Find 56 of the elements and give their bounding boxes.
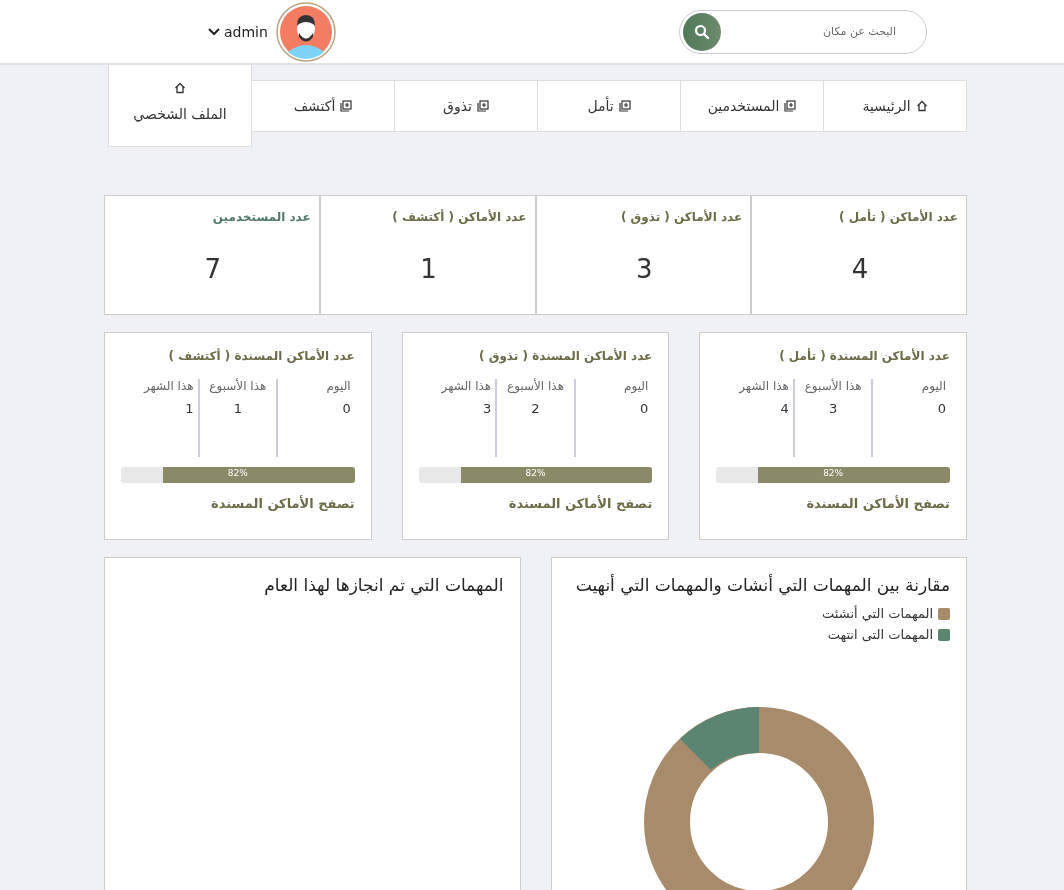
caret-icon <box>208 27 220 36</box>
stat-value: 0 <box>341 401 351 416</box>
progress-label: 82% <box>227 468 248 478</box>
stat-value: 3 <box>828 401 839 416</box>
stat-label: هذا الأسبوع <box>208 379 268 393</box>
add-icon <box>340 100 353 112</box>
search-field[interactable]: البحث عن مكان <box>679 9 927 54</box>
chart-title: مقارنة بين المهمات التي أنشات والمهمات التي أنهيت <box>574 574 950 597</box>
count-value: 7 <box>203 254 223 284</box>
progress-label: 82% <box>823 468 844 478</box>
stat-value: 1 <box>184 401 194 416</box>
user-menu-button[interactable]: admin <box>208 23 268 40</box>
browse-link[interactable]: تصفح الأماكن المسندة <box>418 496 653 511</box>
stat-label: هذا الشهر <box>142 379 194 393</box>
nav-tab[interactable]: أكتشف <box>251 80 395 132</box>
add-icon <box>476 100 489 112</box>
stat-label: اليوم <box>920 379 946 393</box>
stat-value: 0 <box>639 401 649 416</box>
stat-label: هذا الأسبوع <box>506 379 565 393</box>
card-title: عدد الأماكن المسندة ( أكتشف ) <box>167 349 355 363</box>
stat-label: هذا الأسبوع <box>803 379 863 393</box>
count-value: 4 <box>850 254 870 284</box>
stat-label: هذا الشهر <box>440 379 492 393</box>
browse-link[interactable]: تصفح الأماكن المسندة <box>121 496 355 511</box>
chart-title: المهمات التي تم انجازها لهذا العام <box>263 574 504 597</box>
count-title: عدد المستخدمين <box>211 210 311 226</box>
count-title: عدد الأماكن ( أكتشف ) <box>391 210 527 226</box>
count-value: 1 <box>419 254 438 284</box>
stat-label: هذا الشهر <box>737 379 789 393</box>
nav-tab[interactable]: تأمل <box>537 80 681 132</box>
stat-value: 1 <box>232 401 243 416</box>
card-title: عدد الأماكن المسندة ( تذوق ) <box>478 349 653 363</box>
legend-label: المهمات التى انتهت <box>827 627 933 643</box>
nav-tab[interactable]: الملف الشخصي <box>108 65 252 147</box>
nav-tab[interactable]: تذوق <box>394 80 538 132</box>
stat-value: 4 <box>779 401 789 416</box>
nav-tab[interactable]: المستخدمين <box>680 80 824 132</box>
card-title: عدد الأماكن المسندة ( تأمل ) <box>778 349 950 363</box>
search-icon <box>694 23 710 40</box>
stat-value: 2 <box>530 401 541 416</box>
browse-link[interactable]: تصفح الأماكن المسندة <box>716 496 950 511</box>
count-title: عدد الأماكن ( تذوق ) <box>619 210 743 227</box>
add-icon <box>618 100 631 112</box>
stat-value: 3 <box>481 401 492 416</box>
add-icon <box>784 100 797 112</box>
count-title: عدد الأماكن ( تأمل ) <box>838 210 958 226</box>
avatar-icon[interactable] <box>275 1 336 62</box>
legend-label: المهمات التي أنشئت <box>822 606 933 622</box>
stat-value: 0 <box>936 401 946 416</box>
count-value: 3 <box>635 254 654 284</box>
stat-label: اليوم <box>325 379 351 393</box>
progress-label: 82% <box>525 468 546 478</box>
home-icon <box>174 81 186 94</box>
nav-tab[interactable]: الرئيسية <box>823 80 967 132</box>
stat-label: اليوم <box>623 379 649 393</box>
home-icon <box>915 100 928 112</box>
